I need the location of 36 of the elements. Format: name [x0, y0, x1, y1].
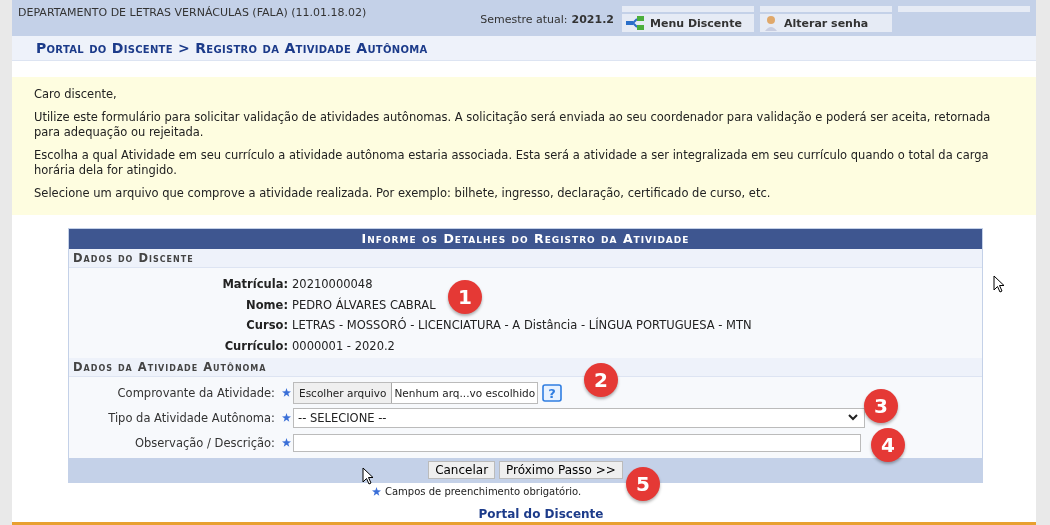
shortcut-button[interactable]: Alterar senha — [760, 14, 892, 32]
notice-paragraph: Escolha a qual Atividade em seu currículo a atividade autônoma estaria associada. Esta será a atividade a ser integralizada em seu currículo quando o total da carga horária dela for atingido. — [34, 148, 990, 178]
tree-icon — [626, 16, 644, 30]
form-button[interactable]: Próximo Passo >> — [499, 461, 623, 479]
field-label: Matrícula: — [221, 277, 289, 292]
description-input[interactable] — [293, 433, 861, 452]
semester-value: 2021.2 — [571, 13, 614, 26]
field-label: Tipo da Atividade Autônoma: — [107, 410, 276, 425]
field-label: Nome: — [245, 297, 289, 312]
semester-label: Semestre atual: — [480, 13, 568, 26]
field-label: Observação / Descrição: — [133, 435, 276, 450]
user-icon — [764, 15, 778, 31]
notice-paragraph: Selecione um arquivo que comprove a atividade realizada. Por exemplo: bilhete, ingresso, declaração, certificado de curso, etc. — [34, 186, 772, 201]
form-button[interactable]: Cancelar — [428, 461, 496, 479]
file-input[interactable]: Escolher arquivo Nenhum arq...vo escolhido — [293, 381, 539, 404]
field-label: Curso: — [245, 318, 289, 333]
field-value: 20210000048 — [292, 277, 373, 292]
field-value: PEDRO ÁLVARES CABRAL — [292, 297, 436, 312]
help-icon[interactable]: ? — [542, 383, 563, 402]
activity-type-select[interactable]: -- SELECIONE -- — [293, 407, 865, 428]
field-label: Currículo: — [223, 338, 289, 353]
field-value: LETRAS - MOSSORÓ - LICENCIATURA - A Distância - LÍNGUA PORTUGUESA - MTN — [292, 318, 752, 333]
footer-link[interactable]: Portal do Discente — [478, 507, 604, 521]
notice-paragraph: Utilize este formulário para solicitar validação de atividades autônomas. A solicitação será enviada ao seu coordenador para validação e poderá ser aceita, retornada para adequação ou rejeitada. — [34, 110, 992, 140]
field-value: 0000001 - 2020.2 — [292, 338, 395, 353]
cursor-icon — [993, 275, 1005, 293]
form-title: Informe os Detalhes do Registro da Atividade — [69, 229, 982, 249]
breadcrumb-title: Portal do Discente > Registro da Atividade Autônoma — [36, 40, 428, 56]
required-star-icon — [372, 487, 381, 496]
shortcut-button[interactable]: Menu Discente — [622, 14, 754, 32]
department-text: DEPARTAMENTO DE LETRAS VERNÁCULAS (FALA) (11.01.18.02) — [18, 5, 367, 19]
field-label: Comprovante da Atividade: — [116, 385, 276, 400]
chevron-down-icon — [848, 414, 858, 421]
required-note: Campos de preenchimento obrigatório. — [385, 486, 582, 497]
section-heading: Dados do Discente — [69, 249, 982, 268]
greeting-text: Caro discente, — [34, 87, 118, 102]
